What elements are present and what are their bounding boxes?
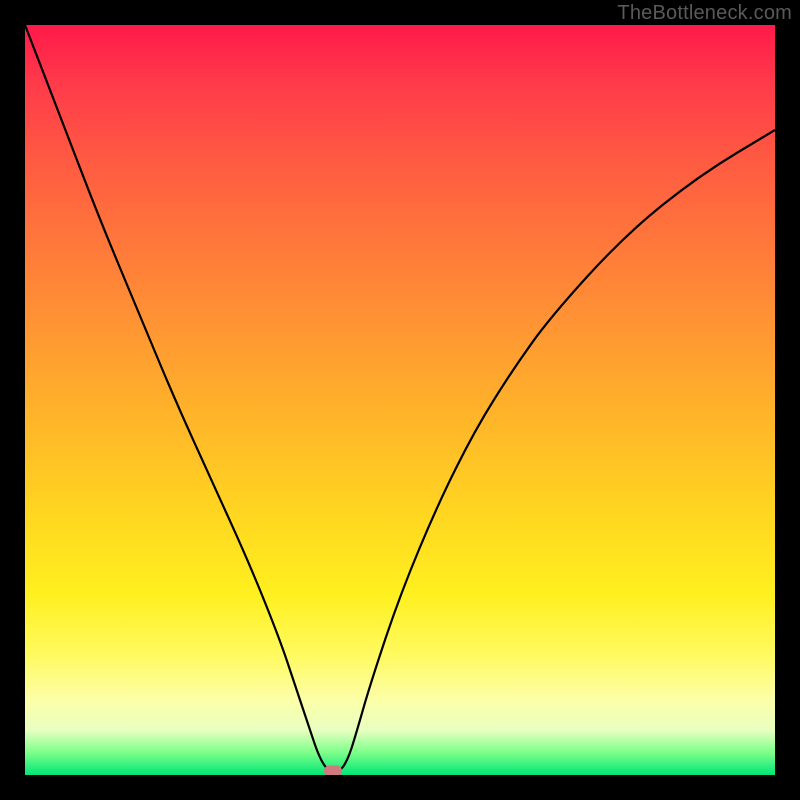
plot-area bbox=[25, 25, 775, 775]
bottleneck-curve bbox=[25, 25, 775, 775]
chart-frame: TheBottleneck.com bbox=[0, 0, 800, 800]
watermark-text: TheBottleneck.com bbox=[617, 2, 792, 25]
optimum-marker bbox=[324, 766, 342, 775]
curve-path bbox=[25, 25, 775, 771]
